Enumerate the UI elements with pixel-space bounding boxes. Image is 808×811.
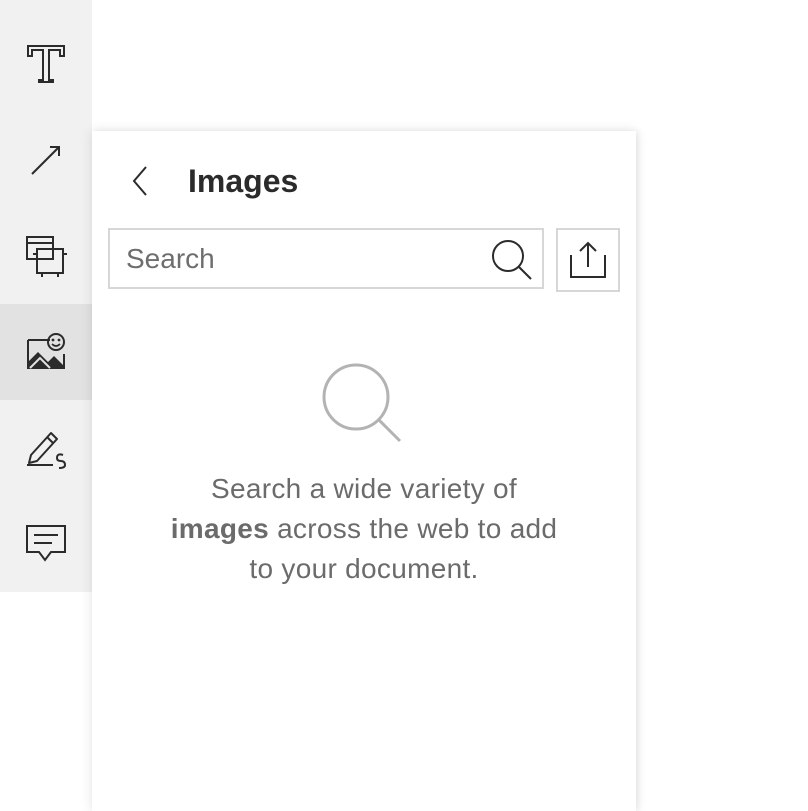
crop-tool-button[interactable] — [0, 208, 92, 304]
back-button[interactable] — [120, 159, 160, 203]
pen-signature-icon — [27, 432, 67, 469]
chevron-left-icon — [132, 166, 147, 196]
images-panel: Images Search a wide variety of images a… — [92, 131, 636, 811]
empty-state-search-icon — [320, 361, 404, 450]
upload-icon — [570, 241, 606, 278]
search-large-icon — [322, 363, 402, 443]
left-toolbar — [0, 0, 92, 592]
panel-title: Images — [188, 163, 299, 199]
arrow-tool-button[interactable] — [0, 112, 92, 208]
empty-state-message: Search a wide variety of images across t… — [124, 469, 604, 589]
empty-state-bold: images — [170, 513, 269, 544]
sign-tool-button[interactable] — [0, 400, 92, 496]
empty-state-line3: to your document. — [249, 553, 479, 584]
crop-icon — [26, 236, 67, 277]
empty-state-line1: Search a wide variety of — [210, 473, 517, 504]
comment-tool-button[interactable] — [0, 496, 92, 592]
image-sticker-icon — [27, 333, 65, 369]
search-button[interactable] — [490, 238, 534, 282]
search-icon — [492, 240, 532, 280]
arrow-icon — [31, 146, 60, 175]
text-tool-button[interactable] — [0, 16, 92, 112]
upload-button[interactable] — [556, 228, 620, 292]
search-box[interactable] — [108, 228, 544, 289]
search-input[interactable] — [126, 240, 476, 278]
text-t-icon — [27, 45, 65, 83]
empty-state-line2-rest: across the web to add — [268, 513, 558, 544]
empty-state-line2: images across the web to add — [124, 509, 604, 549]
images-tool-button[interactable] — [0, 304, 92, 400]
comment-icon — [26, 525, 66, 562]
